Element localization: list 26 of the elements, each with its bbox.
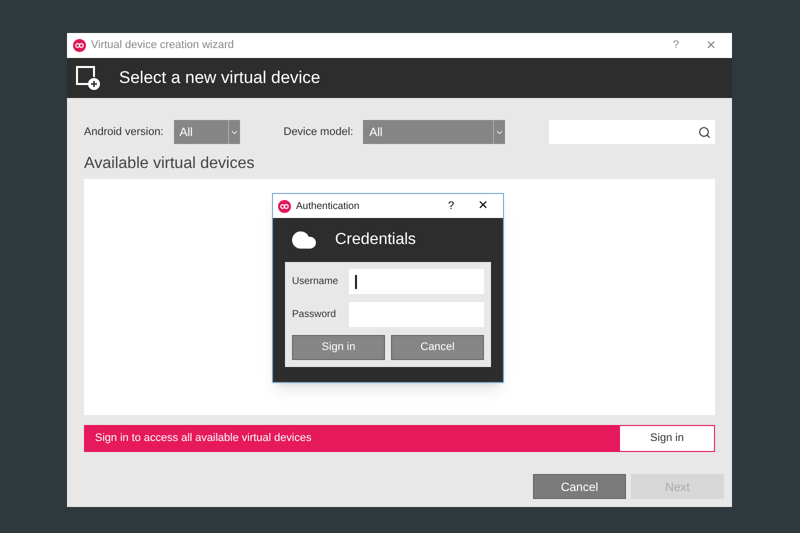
header-title: Select a new virtual device bbox=[119, 67, 320, 90]
filter-dropdown[interactable]: All bbox=[363, 120, 506, 144]
dialog-button[interactable]: Cancel bbox=[391, 335, 484, 360]
add-device-icon bbox=[75, 65, 101, 91]
help-button[interactable]: ? bbox=[439, 198, 463, 214]
filter-label: Android version: bbox=[84, 124, 164, 140]
dialog-button[interactable]: Sign in bbox=[292, 335, 385, 360]
dialog-title: Authentication bbox=[296, 200, 360, 214]
signin-button[interactable]: Sign in bbox=[620, 426, 714, 451]
search-field[interactable] bbox=[549, 120, 715, 144]
wizard-button[interactable]: Cancel bbox=[533, 474, 626, 499]
app-logo-icon bbox=[278, 200, 291, 212]
field-label: Username bbox=[292, 275, 340, 289]
filter-dropdown[interactable]: All bbox=[174, 120, 240, 144]
list-title: Available virtual devices bbox=[84, 154, 256, 174]
help-button[interactable]: ? bbox=[661, 37, 691, 54]
search-icon bbox=[698, 126, 711, 138]
dialog-heading: Credentials bbox=[335, 230, 416, 250]
input-field[interactable] bbox=[349, 269, 484, 294]
close-button[interactable]: × bbox=[468, 194, 498, 218]
field-label: Password bbox=[292, 308, 337, 322]
filter-label: Device model: bbox=[284, 124, 354, 140]
banner-text: Sign in to access all available virtual devices bbox=[95, 431, 312, 446]
app-logo-icon bbox=[73, 39, 86, 52]
window-title: Virtual device creation wizard bbox=[91, 38, 234, 54]
close-button[interactable]: × bbox=[696, 34, 726, 58]
